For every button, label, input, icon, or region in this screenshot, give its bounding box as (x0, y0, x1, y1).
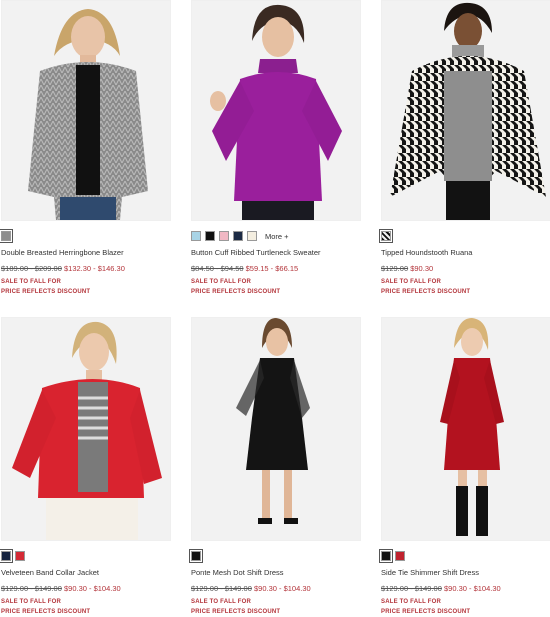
original-price: $129.00 (381, 264, 409, 273)
sale-price: $132.30 - $146.30 (63, 264, 125, 273)
product-image[interactable] (381, 0, 550, 221)
original-price: $189.00 - $209.00 (1, 264, 62, 273)
sale-price: $59.15 - $66.15 (245, 264, 299, 273)
product-price: $129.00 $90.30 (381, 264, 550, 273)
promo-line: PRICE REFLECTS DISCOUNT (381, 289, 471, 295)
product-card[interactable]: Tipped Houndstooth Ruana $129.00 $90.30 … (379, 0, 550, 297)
product-price: $84.50 - $94.50 $59.15 - $66.15 (191, 264, 361, 273)
promo-line: PRICE REFLECTS DISCOUNT (1, 609, 91, 615)
color-swatch[interactable] (247, 231, 257, 241)
promo-message: SALE TO FALL FOR PRICE REFLECTS DISCOUNT (191, 277, 361, 297)
sale-price: $90.30 (410, 264, 434, 273)
color-swatch[interactable] (233, 231, 243, 241)
promo-line: SALE TO FALL FOR (381, 279, 441, 285)
sale-price: $90.30 - $104.30 (443, 584, 501, 593)
promo-message: SALE TO FALL FOR PRICE REFLECTS DISCOUNT (381, 277, 550, 297)
color-swatches (0, 549, 171, 563)
color-swatch[interactable] (379, 549, 393, 563)
color-swatches (189, 549, 361, 563)
product-name[interactable]: Velveteen Band Collar Jacket (1, 568, 171, 577)
color-swatch[interactable] (15, 551, 25, 561)
color-swatch[interactable] (0, 549, 13, 563)
promo-line: PRICE REFLECTS DISCOUNT (1, 289, 91, 295)
color-swatch[interactable] (219, 231, 229, 241)
model-photo (192, 318, 360, 540)
color-swatches (0, 229, 171, 243)
promo-message: SALE TO FALL FOR PRICE REFLECTS DISCOUNT (1, 597, 171, 617)
product-price: $129.00 - $149.00 $90.30 - $104.30 (191, 584, 361, 593)
color-swatch[interactable] (205, 231, 215, 241)
promo-message: SALE TO FALL FOR PRICE REFLECTS DISCOUNT (381, 597, 550, 617)
promo-line: SALE TO FALL FOR (1, 599, 61, 605)
product-card[interactable]: Velveteen Band Collar Jacket $129.00 - $… (0, 317, 171, 617)
promo-line: PRICE REFLECTS DISCOUNT (191, 609, 281, 615)
model-photo (2, 318, 170, 540)
original-price: $129.00 - $149.00 (1, 584, 62, 593)
product-price: $129.00 - $149.00 $90.30 - $104.30 (381, 584, 550, 593)
promo-line: SALE TO FALL FOR (191, 279, 251, 285)
product-card[interactable]: More + Button Cuff Ribbed Turtleneck Swe… (191, 0, 361, 297)
promo-line: SALE TO FALL FOR (381, 599, 441, 605)
model-photo (2, 1, 170, 220)
model-photo (382, 1, 550, 220)
color-swatch[interactable] (189, 549, 203, 563)
color-swatch[interactable] (395, 551, 405, 561)
product-image[interactable] (191, 317, 361, 541)
promo-line: SALE TO FALL FOR (191, 599, 251, 605)
model-photo (382, 318, 550, 540)
product-price: $189.00 - $209.00 $132.30 - $146.30 (1, 264, 171, 273)
promo-message: SALE TO FALL FOR PRICE REFLECTS DISCOUNT (191, 597, 361, 617)
promo-line: SALE TO FALL FOR (1, 279, 61, 285)
product-name[interactable]: Side Tie Shimmer Shift Dress (381, 568, 550, 577)
product-name[interactable]: Ponte Mesh Dot Shift Dress (191, 568, 361, 577)
promo-line: PRICE REFLECTS DISCOUNT (191, 289, 281, 295)
product-name[interactable]: Button Cuff Ribbed Turtleneck Sweater (191, 248, 361, 257)
model-photo (192, 1, 360, 220)
color-swatch[interactable] (379, 229, 393, 243)
original-price: $84.50 - $94.50 (191, 264, 244, 273)
product-grid: Double Breasted Herringbone Blazer $189.… (0, 0, 550, 615)
product-card[interactable]: Ponte Mesh Dot Shift Dress $129.00 - $14… (189, 317, 361, 617)
color-swatch[interactable] (191, 231, 201, 241)
color-swatch[interactable] (0, 229, 13, 243)
product-image[interactable] (1, 317, 171, 541)
sale-price: $90.30 - $104.30 (253, 584, 311, 593)
color-swatches (379, 229, 550, 243)
product-price: $129.00 - $149.00 $90.30 - $104.30 (1, 584, 171, 593)
product-card[interactable]: Double Breasted Herringbone Blazer $189.… (0, 0, 171, 297)
product-image[interactable] (1, 0, 171, 221)
original-price: $129.00 - $149.00 (191, 584, 252, 593)
sale-price: $90.30 - $104.30 (63, 584, 121, 593)
product-name[interactable]: Tipped Houndstooth Ruana (381, 248, 550, 257)
product-image[interactable] (191, 0, 361, 221)
product-name[interactable]: Double Breasted Herringbone Blazer (1, 248, 171, 257)
promo-line: PRICE REFLECTS DISCOUNT (381, 609, 471, 615)
color-swatches (379, 549, 550, 563)
product-card[interactable]: Side Tie Shimmer Shift Dress $129.00 - $… (379, 317, 550, 617)
product-image[interactable] (381, 317, 550, 541)
original-price: $129.00 - $149.00 (381, 584, 442, 593)
promo-message: SALE TO FALL FOR PRICE REFLECTS DISCOUNT (1, 277, 171, 297)
color-swatches: More + (191, 230, 361, 242)
more-colors-link[interactable]: More + (265, 232, 289, 241)
